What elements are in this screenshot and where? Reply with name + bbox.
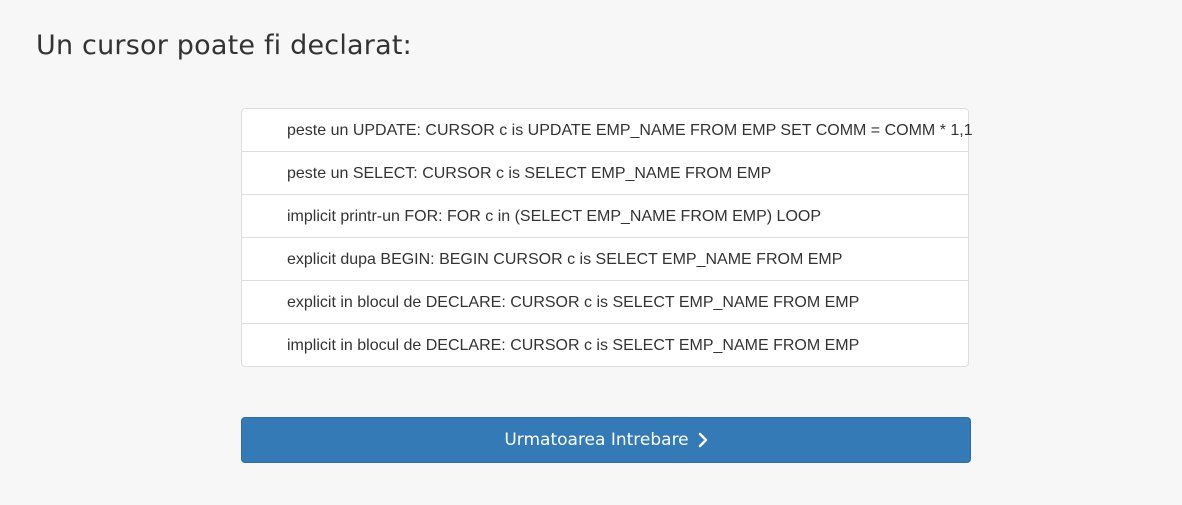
answer-option[interactable]: implicit in blocul de DECLARE: CURSOR c …	[242, 323, 968, 366]
answer-option[interactable]: implicit printr-un FOR: FOR c in (SELECT…	[242, 194, 968, 237]
answer-option[interactable]: peste un UPDATE: CURSOR c is UPDATE EMP_…	[242, 109, 973, 151]
chevron-right-icon	[698, 432, 708, 448]
answer-option[interactable]: peste un SELECT: CURSOR c is SELECT EMP_…	[242, 151, 968, 194]
answer-option[interactable]: explicit dupa BEGIN: BEGIN CURSOR c is S…	[242, 237, 968, 280]
next-question-label: Urmatoarea Intrebare	[504, 430, 689, 450]
answer-list: peste un UPDATE: CURSOR c is UPDATE EMP_…	[241, 108, 973, 367]
question-title: Un cursor poate fi declarat:	[36, 30, 412, 61]
next-question-button[interactable]: Urmatoarea Intrebare	[241, 417, 971, 463]
answer-option[interactable]: explicit in blocul de DECLARE: CURSOR c …	[242, 280, 968, 323]
